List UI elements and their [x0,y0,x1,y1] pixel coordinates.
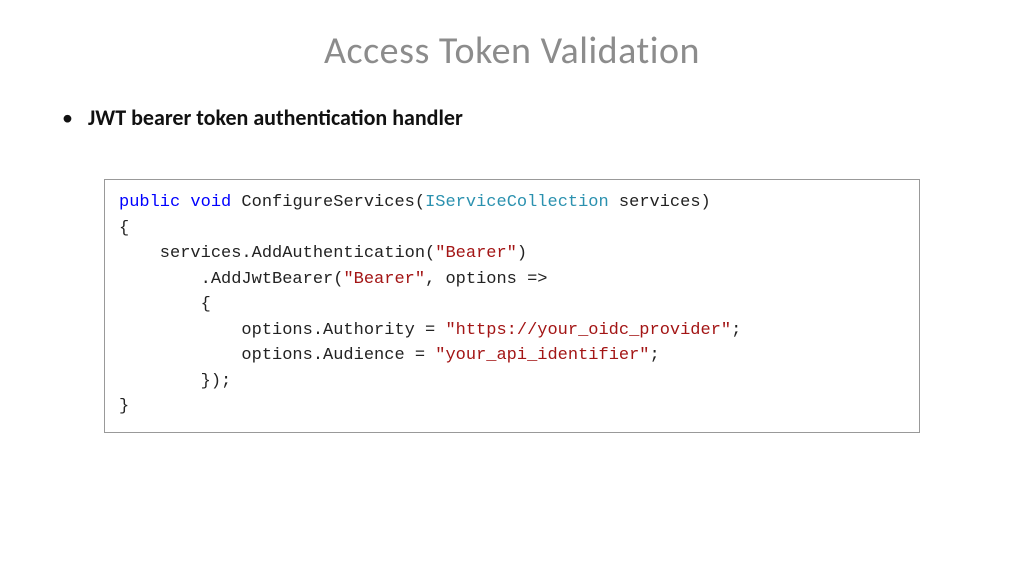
keyword-public: public [119,193,180,212]
string-bearer-2: "Bearer" [343,270,425,289]
bullet-item: JWT bearer token authentication handler [62,104,1024,131]
brace-open-2: { [119,295,211,314]
brace-open: { [119,219,129,238]
lambda-close: }); [119,372,231,391]
method-name: ConfigureServices( [231,193,425,212]
lambda-arrow: , options => [425,270,547,289]
semicolon-2: ; [650,346,660,365]
string-bearer-1: "Bearer" [435,244,517,263]
code-block: public void ConfigureServices(IServiceCo… [104,179,920,433]
string-audience: "your_api_identifier" [435,346,649,365]
paren-close: ) [517,244,527,263]
type-name: IServiceCollection [425,193,609,212]
line-authority: options.Authority = [119,321,445,340]
keyword-void: void [190,193,231,212]
line-services: services.AddAuthentication( [119,244,435,263]
string-authority: "https://your_oidc_provider" [445,321,731,340]
param-close: services) [609,193,711,212]
line-addjwt: .AddJwtBearer( [119,270,343,289]
brace-close: } [119,397,129,416]
line-audience: options.Audience = [119,346,435,365]
slide: Access Token Validation JWT bearer token… [0,28,1024,576]
semicolon-1: ; [731,321,741,340]
slide-title: Access Token Validation [0,28,1024,74]
